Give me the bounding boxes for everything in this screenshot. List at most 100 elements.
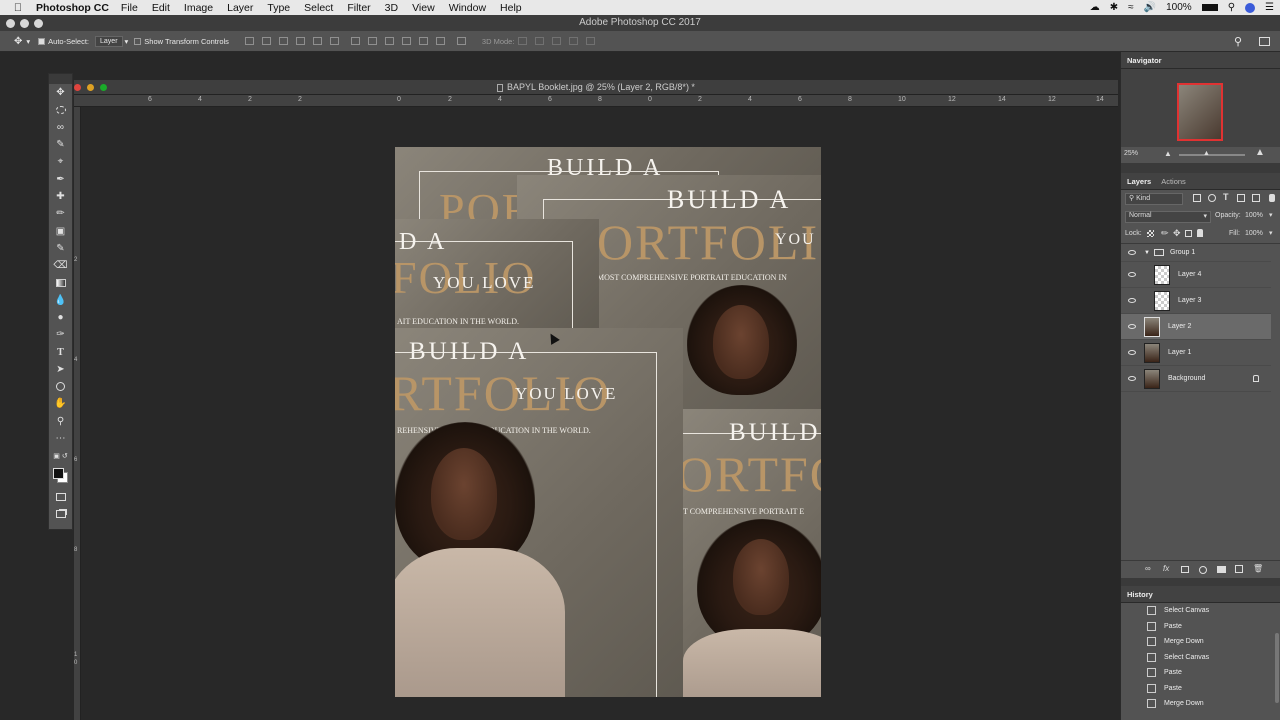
menu-type[interactable]: Type <box>267 2 290 14</box>
align-left-icon[interactable] <box>295 37 305 45</box>
battery-percent[interactable]: 100% <box>1166 2 1192 13</box>
menu-window[interactable]: Window <box>449 2 486 14</box>
history-item[interactable]: Select Canvas <box>1121 603 1271 619</box>
lock-transparent-icon[interactable] <box>1147 230 1154 237</box>
notification-icon[interactable]: ☰ <box>1265 2 1274 13</box>
clone-stamp-tool-icon[interactable]: ▣ <box>49 222 72 239</box>
menu-help[interactable]: Help <box>500 2 522 14</box>
3d-rotate-icon[interactable] <box>518 37 528 45</box>
history-scrollbar[interactable] <box>1275 633 1279 703</box>
siri-icon[interactable] <box>1245 2 1256 13</box>
menu-image[interactable]: Image <box>184 2 213 14</box>
quick-mask-icon[interactable] <box>49 489 72 506</box>
link-layers-icon[interactable]: ∞ <box>1145 564 1151 573</box>
layer-row-group-1[interactable]: ▼ Group 1 <box>1121 244 1271 262</box>
zoom-slider[interactable] <box>1179 154 1245 156</box>
eyedropper-tool-icon[interactable]: ✒ <box>49 170 72 187</box>
color-swatches[interactable] <box>49 465 72 489</box>
visibility-eye-icon[interactable] <box>1128 298 1136 303</box>
menu-filter[interactable]: Filter <box>347 2 370 14</box>
layer-mask-icon[interactable] <box>1181 566 1189 573</box>
hand-tool-icon[interactable]: ✋ <box>49 395 72 412</box>
foreground-color-swatch[interactable] <box>53 467 64 479</box>
chevron-down-icon[interactable]: ▼ <box>1144 250 1150 256</box>
distribute-right-icon[interactable] <box>435 37 445 45</box>
zoom-out-icon[interactable]: ▲ <box>1164 149 1172 158</box>
navigator-thumbnail[interactable] <box>1177 83 1223 141</box>
blend-mode-dropdown[interactable]: Normal ▾ <box>1125 211 1211 223</box>
wifi-icon[interactable]: ≈ <box>1128 2 1134 13</box>
menu-layer[interactable]: Layer <box>227 2 253 14</box>
tab-layers[interactable]: Layers <box>1127 177 1151 186</box>
lock-all-icon[interactable] <box>1197 229 1203 237</box>
eraser-tool-icon[interactable]: ⌫ <box>49 257 72 274</box>
distribute-middle-icon[interactable] <box>367 37 377 45</box>
minimize-window-button[interactable] <box>20 19 29 28</box>
zoom-in-icon[interactable]: ▲ <box>1255 147 1265 158</box>
auto-select-dropdown-chevron-icon[interactable]: ▾ <box>125 37 129 46</box>
screen-mode-icon[interactable] <box>49 506 72 523</box>
filter-toggle[interactable] <box>1269 194 1275 202</box>
3d-scale-icon[interactable] <box>586 37 596 45</box>
lock-artboard-icon[interactable] <box>1185 230 1192 237</box>
layer-row-background[interactable]: Background <box>1121 366 1271 392</box>
navigator-zoom-value[interactable]: 25% <box>1124 150 1138 157</box>
pen-tool-icon[interactable]: ✑ <box>49 326 72 343</box>
ellipse-tool-icon[interactable] <box>49 378 72 395</box>
distribute-top-icon[interactable] <box>350 37 360 45</box>
auto-align-icon[interactable] <box>456 37 466 45</box>
zoom-slider-thumb[interactable]: ▲ <box>1203 150 1210 157</box>
battery-icon[interactable] <box>1201 4 1218 11</box>
tab-actions[interactable]: Actions <box>1161 177 1186 186</box>
history-item[interactable]: Merge Down <box>1121 696 1271 708</box>
filter-pixel-icon[interactable] <box>1193 194 1201 202</box>
history-brush-tool-icon[interactable]: ✎ <box>49 240 72 257</box>
filter-shape-icon[interactable] <box>1237 194 1245 202</box>
toolbar-grip[interactable] <box>49 74 72 84</box>
navigator-header[interactable]: Navigator <box>1121 52 1280 69</box>
new-group-icon[interactable] <box>1217 566 1226 573</box>
visibility-eye-icon[interactable] <box>1128 250 1136 255</box>
horizontal-ruler[interactable]: 6 4 2 2 0 2 4 6 8 0 2 4 6 8 10 12 14 12 … <box>74 95 1118 107</box>
creative-cloud-icon[interactable]: ☁ <box>1090 2 1100 13</box>
auto-select-dropdown[interactable]: Layer <box>95 35 123 47</box>
layer-style-icon[interactable]: fx <box>1163 564 1169 573</box>
bluetooth-icon[interactable]: ✱ <box>1110 2 1118 13</box>
layer-filter-dropdown[interactable]: ⚲ Kind <box>1125 193 1183 205</box>
filter-smart-object-icon[interactable] <box>1252 194 1260 202</box>
swap-colors-icon[interactable]: ▣ ↺ <box>49 447 72 464</box>
delete-layer-icon[interactable]: 🗑 <box>1253 564 1263 573</box>
close-window-button[interactable] <box>6 19 15 28</box>
search-icon[interactable]: ⚲ <box>1234 35 1242 48</box>
gradient-tool-icon[interactable] <box>49 274 72 291</box>
visibility-eye-icon[interactable] <box>1128 324 1136 329</box>
distribute-left-icon[interactable] <box>401 37 411 45</box>
align-center-icon[interactable] <box>312 37 322 45</box>
type-tool-icon[interactable]: T <box>49 343 72 360</box>
doc-zoom-button[interactable] <box>100 84 107 91</box>
history-item[interactable]: Merge Down <box>1121 634 1271 650</box>
document-tab[interactable]: BAPYL Booklet.jpg @ 25% (Layer 2, RGB/8*… <box>74 80 1118 95</box>
layer-row-layer-2[interactable]: Layer 2 <box>1121 314 1271 340</box>
healing-brush-tool-icon[interactable]: ✚ <box>49 188 72 205</box>
path-selection-tool-icon[interactable]: ➤ <box>49 361 72 378</box>
doc-close-button[interactable] <box>74 84 81 91</box>
visibility-eye-icon[interactable] <box>1128 376 1136 381</box>
layer-row-layer-3[interactable]: Layer 3 <box>1121 288 1271 314</box>
menu-edit[interactable]: Edit <box>152 2 170 14</box>
volume-icon[interactable]: 🔊 <box>1144 2 1156 13</box>
move-tool-icon[interactable]: ✥ <box>49 84 72 101</box>
history-item[interactable]: Paste <box>1121 665 1271 681</box>
vertical-ruler[interactable]: 2 4 6 8 1 0 <box>74 107 81 720</box>
menu-3d[interactable]: 3D <box>385 2 398 14</box>
lock-image-icon[interactable]: ✏ <box>1161 228 1169 239</box>
app-menu[interactable]: Photoshop CC <box>36 2 109 14</box>
3d-drag-icon[interactable] <box>552 37 562 45</box>
new-layer-icon[interactable] <box>1235 565 1243 573</box>
align-bottom-icon[interactable] <box>278 37 288 45</box>
marquee-tool-icon[interactable] <box>49 101 72 118</box>
filter-adjustment-icon[interactable] <box>1208 194 1216 202</box>
history-item[interactable]: Paste <box>1121 681 1271 697</box>
dodge-tool-icon[interactable]: ● <box>49 309 72 326</box>
menu-view[interactable]: View <box>412 2 435 14</box>
